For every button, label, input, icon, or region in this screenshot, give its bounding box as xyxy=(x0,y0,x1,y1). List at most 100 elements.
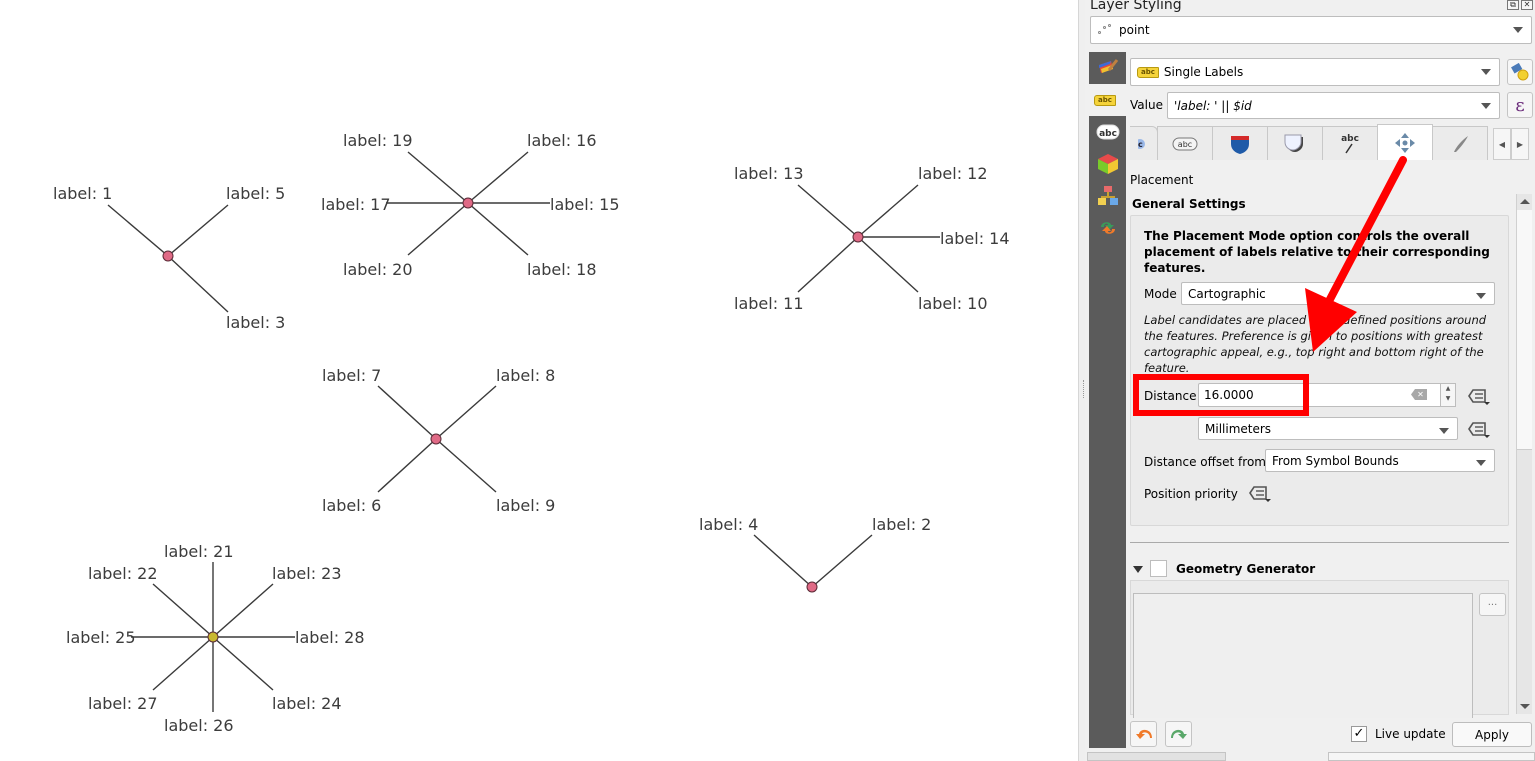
formatting-icon: abc xyxy=(1172,137,1198,150)
float-button[interactable]: ⧉ xyxy=(1507,0,1519,10)
side-tab-masks[interactable]: abc xyxy=(1089,116,1126,148)
tab-buffer[interactable] xyxy=(1212,126,1268,160)
units-data-defined-button[interactable] xyxy=(1466,419,1492,439)
redo-icon xyxy=(1170,729,1187,739)
mode-select[interactable]: Cartographic xyxy=(1181,282,1495,305)
data-defined-override-button[interactable] xyxy=(1466,386,1492,406)
tab-scroll-right[interactable]: ▶ xyxy=(1511,128,1529,160)
redo-button[interactable] xyxy=(1165,721,1192,747)
tab-formatting[interactable]: abc xyxy=(1157,126,1213,160)
geometry-generator-title: Geometry Generator xyxy=(1176,562,1316,576)
label-leader-line xyxy=(407,151,469,204)
map-label: label: 26 xyxy=(164,716,234,735)
map-label: label: 16 xyxy=(527,131,597,150)
map-label: label: 23 xyxy=(272,564,342,583)
move-arrows-icon xyxy=(1395,132,1415,153)
side-tab-3d-view[interactable] xyxy=(1089,148,1126,180)
map-label: label: 20 xyxy=(343,260,413,279)
label-leader-line xyxy=(797,184,859,238)
label-leader-line xyxy=(167,204,229,257)
scroll-up-icon[interactable] xyxy=(1520,199,1530,204)
map-label: label: 1 xyxy=(53,184,112,203)
scrollbar-thumb[interactable] xyxy=(1517,210,1532,450)
close-button[interactable]: ✕ xyxy=(1521,0,1533,10)
map-label: label: 21 xyxy=(164,542,234,561)
position-priority-button[interactable] xyxy=(1247,483,1273,503)
undo-button[interactable] xyxy=(1130,721,1157,747)
label-leader-line xyxy=(797,236,859,293)
point-marker[interactable] xyxy=(430,433,442,445)
map-label: label: 2 xyxy=(872,515,931,534)
tab-text[interactable]: c xyxy=(1130,126,1158,160)
distance-spinner[interactable]: ▲ ▼ xyxy=(1440,383,1456,407)
map-canvas[interactable]: label: 1 label: 5 label: 3 label: 19 label: … xyxy=(0,0,1080,761)
map-label: label: 11 xyxy=(734,294,804,313)
gear-style-icon xyxy=(1511,63,1529,81)
side-tab-labels[interactable]: abc xyxy=(1089,84,1126,116)
bottom-tab-1[interactable] xyxy=(1087,752,1226,761)
label-leader-line xyxy=(435,385,497,440)
collapse-arrow-icon[interactable] xyxy=(1133,566,1143,573)
map-feature-group-d[interactable]: label: 7 label: 8 label: 6 label: 9 xyxy=(322,366,555,515)
label-leader-line xyxy=(811,534,873,588)
geometry-generator-checkbox[interactable] xyxy=(1150,560,1167,577)
style-manager-button[interactable] xyxy=(1507,59,1533,85)
map-label: label: 25 xyxy=(66,628,136,647)
expression-button[interactable]: ε xyxy=(1507,92,1533,118)
map-feature-group-f[interactable]: label: 21 label: 22 label: 23 label: 25 labe… xyxy=(66,542,365,735)
live-update-checkbox[interactable]: ✓ xyxy=(1351,726,1367,742)
label-leader-line xyxy=(435,438,497,493)
point-marker[interactable] xyxy=(806,581,818,593)
mask-label-icon: abc xyxy=(1096,124,1119,140)
scroll-down-icon[interactable] xyxy=(1520,704,1530,709)
chevron-down-icon xyxy=(1481,103,1491,109)
bottom-tab-2[interactable] xyxy=(1328,752,1535,761)
value-expression-input[interactable]: 'label: ' || $id xyxy=(1167,92,1500,119)
map-label: label: 22 xyxy=(88,564,158,583)
map-label: label: 6 xyxy=(322,496,381,515)
tab-scroll-left[interactable]: ◀ xyxy=(1493,128,1511,160)
label-leader-line xyxy=(107,204,169,257)
position-priority-label: Position priority xyxy=(1144,487,1238,501)
label-leader-line xyxy=(167,255,229,313)
tab-shadow[interactable]: abc xyxy=(1322,126,1378,160)
apply-button[interactable]: Apply xyxy=(1452,722,1532,747)
section-label: Placement xyxy=(1130,173,1194,187)
tab-background[interactable] xyxy=(1267,126,1323,160)
renderer-select[interactable]: abc Single Labels xyxy=(1130,58,1500,86)
layer-select[interactable]: point xyxy=(1090,16,1532,44)
map-label: label: 8 xyxy=(496,366,555,385)
expression-builder-button[interactable]: ... xyxy=(1479,593,1506,616)
data-defined-icon xyxy=(1468,422,1490,438)
panel-scrollbar[interactable] xyxy=(1516,194,1532,714)
map-label: label: 27 xyxy=(88,694,158,713)
point-marker[interactable] xyxy=(207,631,219,643)
side-tab-strip: abc abc xyxy=(1089,52,1126,748)
offset-from-select[interactable]: From Symbol Bounds xyxy=(1265,449,1495,472)
label-leader-line xyxy=(753,534,813,588)
panel-title: Layer Styling xyxy=(1090,0,1182,13)
point-marker[interactable] xyxy=(852,231,864,243)
side-tab-symbology[interactable] xyxy=(1089,52,1126,84)
point-marker[interactable] xyxy=(162,250,174,262)
map-feature-group-c[interactable]: label: 13 label: 12 label: 14 label: 11 labe… xyxy=(734,164,1010,313)
live-update-label: Live update xyxy=(1375,727,1446,741)
map-feature-group-e[interactable]: label: 4 label: 2 xyxy=(699,515,931,593)
map-label: label: 12 xyxy=(918,164,988,183)
label-leader-line xyxy=(152,636,214,691)
placement-description: The Placement Mode option controls the o… xyxy=(1144,229,1490,275)
tab-placement[interactable] xyxy=(1377,124,1433,160)
tab-rendering[interactable] xyxy=(1432,126,1488,160)
point-marker[interactable] xyxy=(462,197,474,209)
map-feature-group-a[interactable]: label: 1 label: 5 label: 3 xyxy=(53,184,285,332)
geometry-expression-editor[interactable] xyxy=(1133,593,1473,718)
map-label: label: 28 xyxy=(295,628,365,647)
paintbrush-icon xyxy=(1098,59,1118,73)
map-feature-group-b[interactable]: label: 19 label: 16 label: 17 label: 15 labe… xyxy=(321,131,620,279)
label-leader-line xyxy=(467,151,529,204)
distance-units-select[interactable]: Millimeters xyxy=(1198,417,1458,440)
side-tab-history[interactable] xyxy=(1089,212,1126,244)
side-tab-diagrams[interactable] xyxy=(1089,180,1126,212)
map-label: label: 14 xyxy=(940,229,1010,248)
shield-icon xyxy=(1231,135,1249,154)
